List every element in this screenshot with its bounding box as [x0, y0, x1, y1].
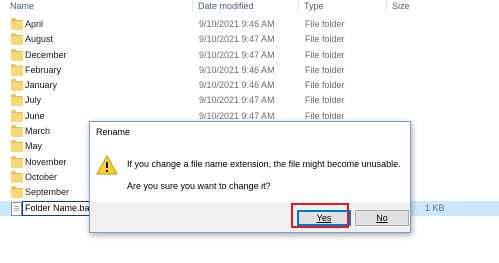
- item-name: August: [25, 34, 54, 45]
- item-date-modified: 9/10/2021 9:46 AM: [199, 19, 275, 29]
- folder-icon: [11, 186, 23, 199]
- item-type: File folder: [305, 110, 345, 121]
- warning-icon: [96, 155, 118, 175]
- item-size: 1 KB: [425, 202, 445, 213]
- folder-row[interactable]: December 9/10/2021 9:47 AM File folder: [0, 48, 499, 63]
- item-date-modified: 9/10/2021 9:46 AM: [199, 80, 275, 91]
- yes-button[interactable]: Yes: [297, 210, 351, 226]
- item-name: October: [25, 171, 58, 182]
- folder-icon: [11, 94, 23, 107]
- item-name: November: [25, 156, 67, 167]
- item-name: April: [25, 19, 44, 29]
- dialog-footer: Yes No: [90, 202, 410, 232]
- folder-icon: [11, 63, 23, 76]
- item-date-modified: 9/10/2021 9:46 AM: [199, 64, 275, 75]
- column-divider[interactable]: [192, 0, 193, 12]
- rename-input[interactable]: Folder Name.bat: [22, 200, 94, 216]
- folder-icon: [11, 140, 23, 153]
- folder-icon: [11, 170, 23, 183]
- column-header-type[interactable]: Type: [304, 1, 324, 11]
- folder-row[interactable]: July 9/10/2021 9:47 AM File folder: [0, 93, 499, 108]
- item-name: December: [25, 49, 67, 60]
- folder-row[interactable]: August 9/10/2021 9:47 AM File folder: [0, 32, 499, 47]
- item-name: July: [25, 95, 42, 106]
- item-name: May: [25, 141, 43, 152]
- item-type: File folder: [305, 64, 345, 75]
- item-name: March: [25, 126, 51, 137]
- folder-icon: [11, 109, 23, 122]
- item-name: June: [25, 110, 45, 121]
- folder-icon: [11, 33, 23, 46]
- item-date-modified: 9/10/2021 9:47 AM: [199, 95, 275, 106]
- item-name: January: [25, 80, 58, 91]
- no-button[interactable]: No: [355, 210, 409, 226]
- item-date-modified: 9/10/2021 9:47 AM: [199, 49, 275, 60]
- item-type: File folder: [305, 80, 345, 91]
- folder-row[interactable]: February 9/10/2021 9:46 AM File folder: [0, 63, 499, 78]
- rename-input-value: Folder Name.bat: [25, 202, 93, 213]
- item-type: File folder: [305, 34, 345, 45]
- dialog-message: If you change a file name extension, the…: [127, 159, 401, 169]
- folder-icon: [11, 79, 23, 92]
- folder-icon: [11, 155, 23, 168]
- column-header-bar: Name Date modified Type Size: [0, 0, 499, 14]
- column-header-name[interactable]: Name: [10, 1, 34, 11]
- item-name: February: [25, 64, 62, 75]
- item-type: File folder: [305, 49, 345, 60]
- no-button-label: No: [376, 213, 388, 223]
- column-header-size[interactable]: Size: [392, 1, 410, 11]
- dialog-body: If you change a file name extension, the…: [90, 144, 410, 202]
- item-name: September: [25, 187, 70, 198]
- folder-icon: [11, 18, 23, 30]
- item-type: File folder: [305, 95, 345, 106]
- item-type: File folder: [305, 19, 345, 29]
- column-divider[interactable]: [386, 0, 387, 12]
- file-icon: [11, 201, 22, 216]
- folder-row[interactable]: April 9/10/2021 9:46 AM File folder: [0, 17, 499, 32]
- item-date-modified: 9/10/2021 9:47 AM: [199, 110, 275, 121]
- folder-icon: [11, 125, 23, 138]
- dialog-title: Rename: [96, 127, 131, 137]
- dialog-question: Are you sure you want to change it?: [127, 181, 271, 191]
- folder-row[interactable]: January 9/10/2021 9:46 AM File folder: [0, 78, 499, 93]
- yes-button-label: Yes: [316, 213, 332, 223]
- folder-icon: [11, 48, 23, 61]
- rename-dialog: Rename If you change a file name extensi…: [89, 121, 411, 233]
- column-header-date-modified[interactable]: Date modified: [198, 1, 254, 11]
- item-date-modified: 9/10/2021 9:47 AM: [199, 34, 275, 45]
- column-divider[interactable]: [298, 0, 299, 12]
